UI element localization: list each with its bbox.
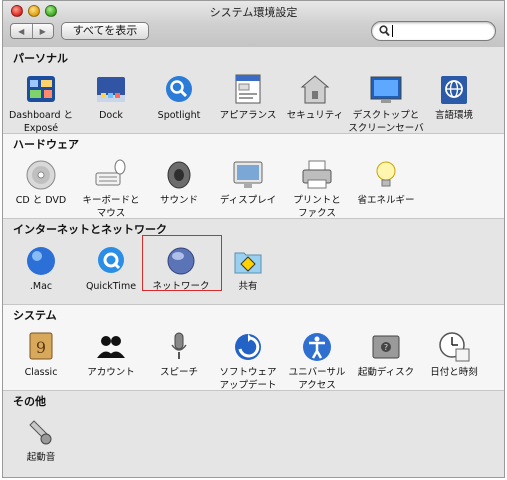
pane-date-time[interactable]: 日付と時刻 bbox=[413, 330, 495, 379]
pane-label: セキュリティ bbox=[286, 110, 344, 121]
svg-text:9: 9 bbox=[36, 338, 46, 357]
forward-button[interactable]: ▶ bbox=[31, 24, 54, 38]
section-divider bbox=[3, 304, 504, 305]
pane-label: 日付と時刻 bbox=[430, 367, 478, 378]
section-other: その他 起動音 bbox=[3, 390, 504, 477]
dock-icon bbox=[97, 77, 125, 102]
back-button[interactable]: ◀ bbox=[11, 24, 32, 38]
forward-arrow-icon: ▶ bbox=[39, 26, 46, 36]
system-preferences-window: システム環境設定 ◀ ▶ すべてを表示 パーソナル Dashboard と Ex… bbox=[2, 0, 505, 478]
dashboard-icon bbox=[27, 76, 55, 102]
window-title: システム環境設定 bbox=[209, 6, 298, 19]
search-icon bbox=[379, 25, 390, 37]
energy-saver-icon bbox=[376, 161, 396, 187]
search-field[interactable] bbox=[371, 21, 496, 41]
software-update-icon bbox=[235, 334, 261, 360]
pane-startup-sound[interactable]: 起動音 bbox=[3, 415, 82, 464]
section-title: システム bbox=[13, 309, 57, 322]
keyboard-mouse-icon bbox=[95, 159, 126, 186]
pane-security[interactable]: セキュリティ bbox=[274, 73, 356, 122]
selection-highlight bbox=[142, 235, 222, 291]
desktop-screensaver-icon bbox=[370, 76, 402, 103]
search-input[interactable] bbox=[392, 24, 487, 37]
section-divider bbox=[3, 218, 504, 219]
speech-icon bbox=[171, 332, 187, 359]
startup-disk-icon: ? bbox=[372, 335, 400, 359]
title-toolbar: システム環境設定 ◀ ▶ すべてを表示 bbox=[3, 1, 504, 48]
section-personal: パーソナル Dashboard と Exposé Dock Spotlight … bbox=[3, 47, 504, 134]
print-fax-icon bbox=[302, 160, 332, 189]
accounts-icon bbox=[97, 336, 125, 358]
sharing-icon bbox=[234, 252, 262, 274]
date-time-icon bbox=[439, 332, 470, 362]
section-internet-network: インターネットとネットワーク .Mac QuickTime ネットワーク 共有 bbox=[3, 218, 504, 304]
pane-international[interactable]: 言語環境 bbox=[413, 73, 495, 122]
pane-label: 言語環境 bbox=[434, 110, 473, 121]
classic-icon: 9 bbox=[29, 332, 53, 360]
sound-icon bbox=[167, 161, 191, 189]
nav-buttons: ◀ ▶ bbox=[10, 23, 54, 39]
section-divider bbox=[3, 390, 504, 391]
section-divider bbox=[3, 133, 504, 134]
security-icon bbox=[300, 75, 330, 104]
text-cursor bbox=[392, 25, 393, 37]
startup-sound-icon bbox=[29, 420, 52, 445]
cd-dvd-icon bbox=[26, 160, 56, 190]
quicktime-icon bbox=[98, 247, 124, 273]
show-all-button[interactable]: すべてを表示 bbox=[61, 22, 149, 40]
pane-energy-saver[interactable]: 省エネルギー bbox=[345, 158, 427, 207]
section-title: ハードウェア bbox=[13, 138, 79, 151]
section-title: その他 bbox=[13, 395, 46, 408]
universal-access-icon bbox=[303, 333, 331, 361]
appearance-icon bbox=[235, 74, 261, 104]
back-arrow-icon: ◀ bbox=[18, 26, 25, 36]
svg-text:?: ? bbox=[384, 343, 388, 352]
international-icon bbox=[441, 76, 467, 104]
dotmac-icon bbox=[27, 247, 55, 275]
pane-label: 起動音 bbox=[26, 452, 56, 463]
spotlight-icon bbox=[166, 76, 192, 102]
section-hardware: ハードウェア CD と DVD キーボードと マウス サウンド ディスプレイ プ… bbox=[3, 133, 504, 219]
section-title: パーソナル bbox=[13, 52, 68, 65]
section-system: システム 9 Classic アカウント スピーチ ソフトウェア アップデート … bbox=[3, 304, 504, 391]
displays-icon bbox=[233, 161, 263, 188]
pane-label: 省エネルギー bbox=[357, 195, 415, 206]
